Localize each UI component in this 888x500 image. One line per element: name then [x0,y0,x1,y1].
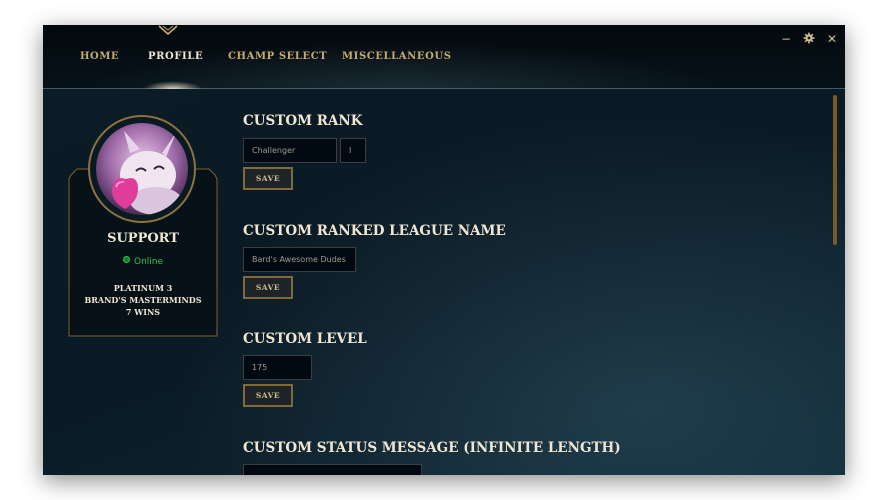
status-message-input[interactable] [243,464,422,475]
save-level-button[interactable]: SAVE [243,384,293,407]
minimize-button[interactable]: − [779,32,793,46]
rank-label: PLATINUM 3 [113,283,173,293]
active-tab-indicator [143,81,203,89]
client-window: HOME PROFILE CHAMP SELECT MISCELLANEOUS … [43,25,845,475]
scrollbar-thumb[interactable] [833,95,837,245]
custom-league-name-title: CUSTOM RANKED LEAGUE NAME [243,223,506,239]
online-status: Online [68,256,218,267]
custom-rank-title: CUSTOM RANK [243,113,363,129]
online-status-label: Online [133,257,164,267]
gear-icon [803,32,815,44]
custom-level-title: CUSTOM LEVEL [243,331,367,347]
save-league-name-button[interactable]: SAVE [243,276,293,299]
settings-button[interactable] [802,32,816,46]
tab-miscellaneous[interactable]: MISCELLANEOUS [342,51,452,65]
top-navigation-bar: HOME PROFILE CHAMP SELECT MISCELLANEOUS … [43,25,845,89]
league-name-label: BRAND'S MASTERMINDS [84,295,202,305]
tab-home[interactable]: HOME [80,51,119,65]
wins-label: 7 WINS [125,307,161,317]
save-rank-button[interactable]: SAVE [243,167,293,190]
active-tab-notch-icon [158,25,178,36]
rank-division-select[interactable]: I [340,138,366,163]
custom-status-title: CUSTOM STATUS MESSAGE (INFINITE LENGTH) [243,440,621,456]
rank-tier-select[interactable]: Challenger [243,138,337,163]
avatar[interactable] [96,123,188,215]
close-button[interactable]: ✕ [825,32,839,46]
tab-profile[interactable]: PROFILE [148,51,203,65]
tab-champ-select[interactable]: CHAMP SELECT [228,51,327,65]
summoner-name: SUPPORT [107,231,179,246]
online-status-dot [122,256,130,263]
league-name-input[interactable]: Bard's Awesome Dudes [243,247,356,272]
level-input[interactable]: 175 [243,355,312,380]
